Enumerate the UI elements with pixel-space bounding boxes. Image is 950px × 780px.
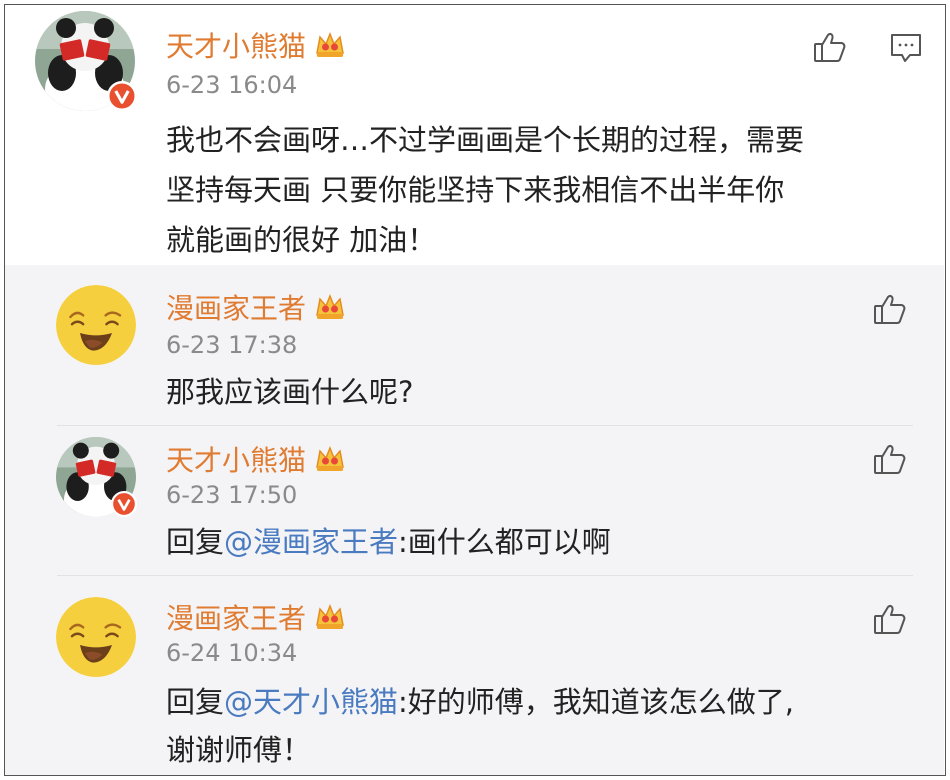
like-icon[interactable] [873,603,907,637]
reply-body: :好的师傅，我知道该怎么做了, [398,685,795,719]
verified-badge-icon [111,491,137,517]
avatar[interactable] [56,285,136,365]
author-name[interactable]: 天才小熊猫 [166,439,346,479]
main-comment: 天才小熊猫 6-23 16:04 我也不会画呀…不过学画画是个长期的过程，需要 … [5,5,944,265]
mention-link[interactable]: @漫画家王者 [224,525,398,559]
comment-text-line: 就能画的很好 加油！ [166,223,437,257]
like-icon[interactable] [873,293,907,327]
comment-text-line: 我也不会画呀…不过学画画是个长期的过程，需要 [166,123,805,157]
verified-badge-icon [107,81,137,111]
reply-text: 那我应该画什么呢? [166,375,414,409]
timestamp: 6-24 10:34 [166,639,298,667]
timestamp: 6-23 17:50 [166,481,298,509]
avatar[interactable] [56,597,136,677]
reply-prefix: 回复 [166,685,225,719]
reply-divider [57,575,913,576]
reply-text-line: 谢谢师傅！ [166,733,312,767]
comment-icon[interactable] [889,31,923,65]
like-icon[interactable] [813,31,847,65]
author-name-text[interactable]: 漫画家王者 [166,287,306,327]
author-name-text[interactable]: 漫画家王者 [166,597,306,637]
crown-icon [316,605,344,630]
comment-text-line: 坚持每天画 只要你能坚持下来我相信不出半年你 [166,173,785,207]
reply-text: 回复@天才小熊猫:好的师傅，我知道该怎么做了, [166,679,794,725]
reply-divider [57,425,913,426]
reply-prefix: 回复 [166,525,225,559]
smiley-avatar-image [56,285,136,365]
reply-body: :画什么都可以啊 [398,525,611,559]
mention-link[interactable]: @天才小熊猫 [224,685,398,719]
like-icon[interactable] [873,443,907,477]
reply-list: 漫画家王者 6-23 17:38 那我应该画什么呢? 天才小熊猫 6-23 17… [5,265,944,775]
author-name-text[interactable]: 天才小熊猫 [166,439,306,479]
author-name[interactable]: 漫画家王者 [166,597,346,637]
comment-thread: 天才小熊猫 6-23 16:04 我也不会画呀…不过学画画是个长期的过程，需要 … [4,4,946,776]
author-name-text[interactable]: 天才小熊猫 [166,25,306,65]
crown-icon [316,295,344,320]
author-name[interactable]: 漫画家王者 [166,287,346,327]
timestamp: 6-23 16:04 [166,71,298,99]
crown-icon [316,33,344,58]
crown-icon [316,447,344,472]
author-name[interactable]: 天才小熊猫 [166,25,346,65]
smiley-avatar-image [56,597,136,677]
reply-text: 回复@漫画家王者:画什么都可以啊 [166,519,611,565]
timestamp: 6-23 17:38 [166,331,298,359]
